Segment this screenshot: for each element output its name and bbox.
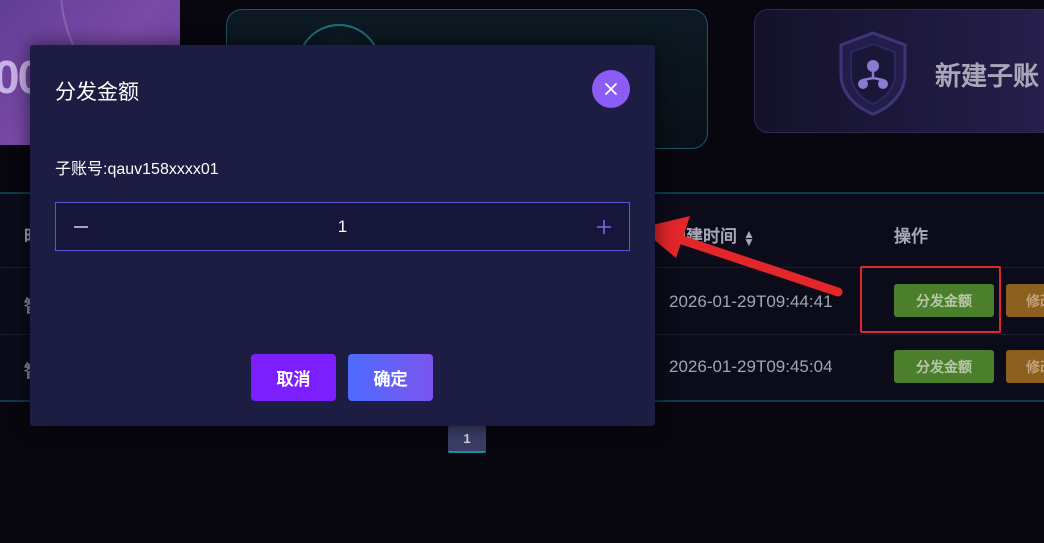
amount-stepper[interactable] — [55, 202, 630, 251]
confirm-button[interactable]: 确定 — [348, 354, 433, 401]
increment-button[interactable] — [579, 203, 629, 250]
create-subaccount-card[interactable]: 新建子账 — [754, 9, 1044, 133]
highlight-box — [860, 266, 1001, 333]
decrement-button[interactable] — [56, 203, 106, 250]
modify-button[interactable]: 修改 — [1006, 284, 1044, 317]
column-header-actions: 操作 — [894, 227, 928, 246]
cancel-button[interactable]: 取消 — [251, 354, 336, 401]
amount-input[interactable] — [106, 203, 579, 250]
sort-icon[interactable]: ▲ ▼ — [743, 228, 755, 248]
distribute-amount-button[interactable]: 分发金额 — [894, 350, 994, 383]
created-time-cell: 2026-01-29T09:45:04 — [669, 357, 833, 376]
subaccount-info: 子账号:qauv158xxxx01 — [55, 155, 219, 179]
minus-icon — [74, 225, 88, 228]
modify-button[interactable]: 修改 — [1006, 350, 1044, 383]
created-time-cell: 2026-01-29T09:44:41 — [669, 292, 833, 311]
column-header-created-time[interactable]: 创建时间 ▲ ▼ — [669, 222, 755, 248]
dialog-title: 分发金额 — [55, 81, 139, 104]
subaccount-label: 子账号: — [55, 161, 108, 178]
shield-network-icon — [839, 31, 907, 116]
close-button[interactable] — [592, 70, 630, 108]
subaccount-value: qauv158xxxx01 — [107, 161, 219, 178]
pagination-page-button[interactable]: 1 — [448, 426, 486, 453]
distribute-amount-dialog: 分发金额 子账号:qauv158xxxx01 取消 确定 — [30, 45, 655, 426]
close-icon — [605, 83, 617, 95]
plus-icon — [597, 219, 611, 234]
create-subaccount-title: 新建子账 — [935, 61, 1040, 91]
